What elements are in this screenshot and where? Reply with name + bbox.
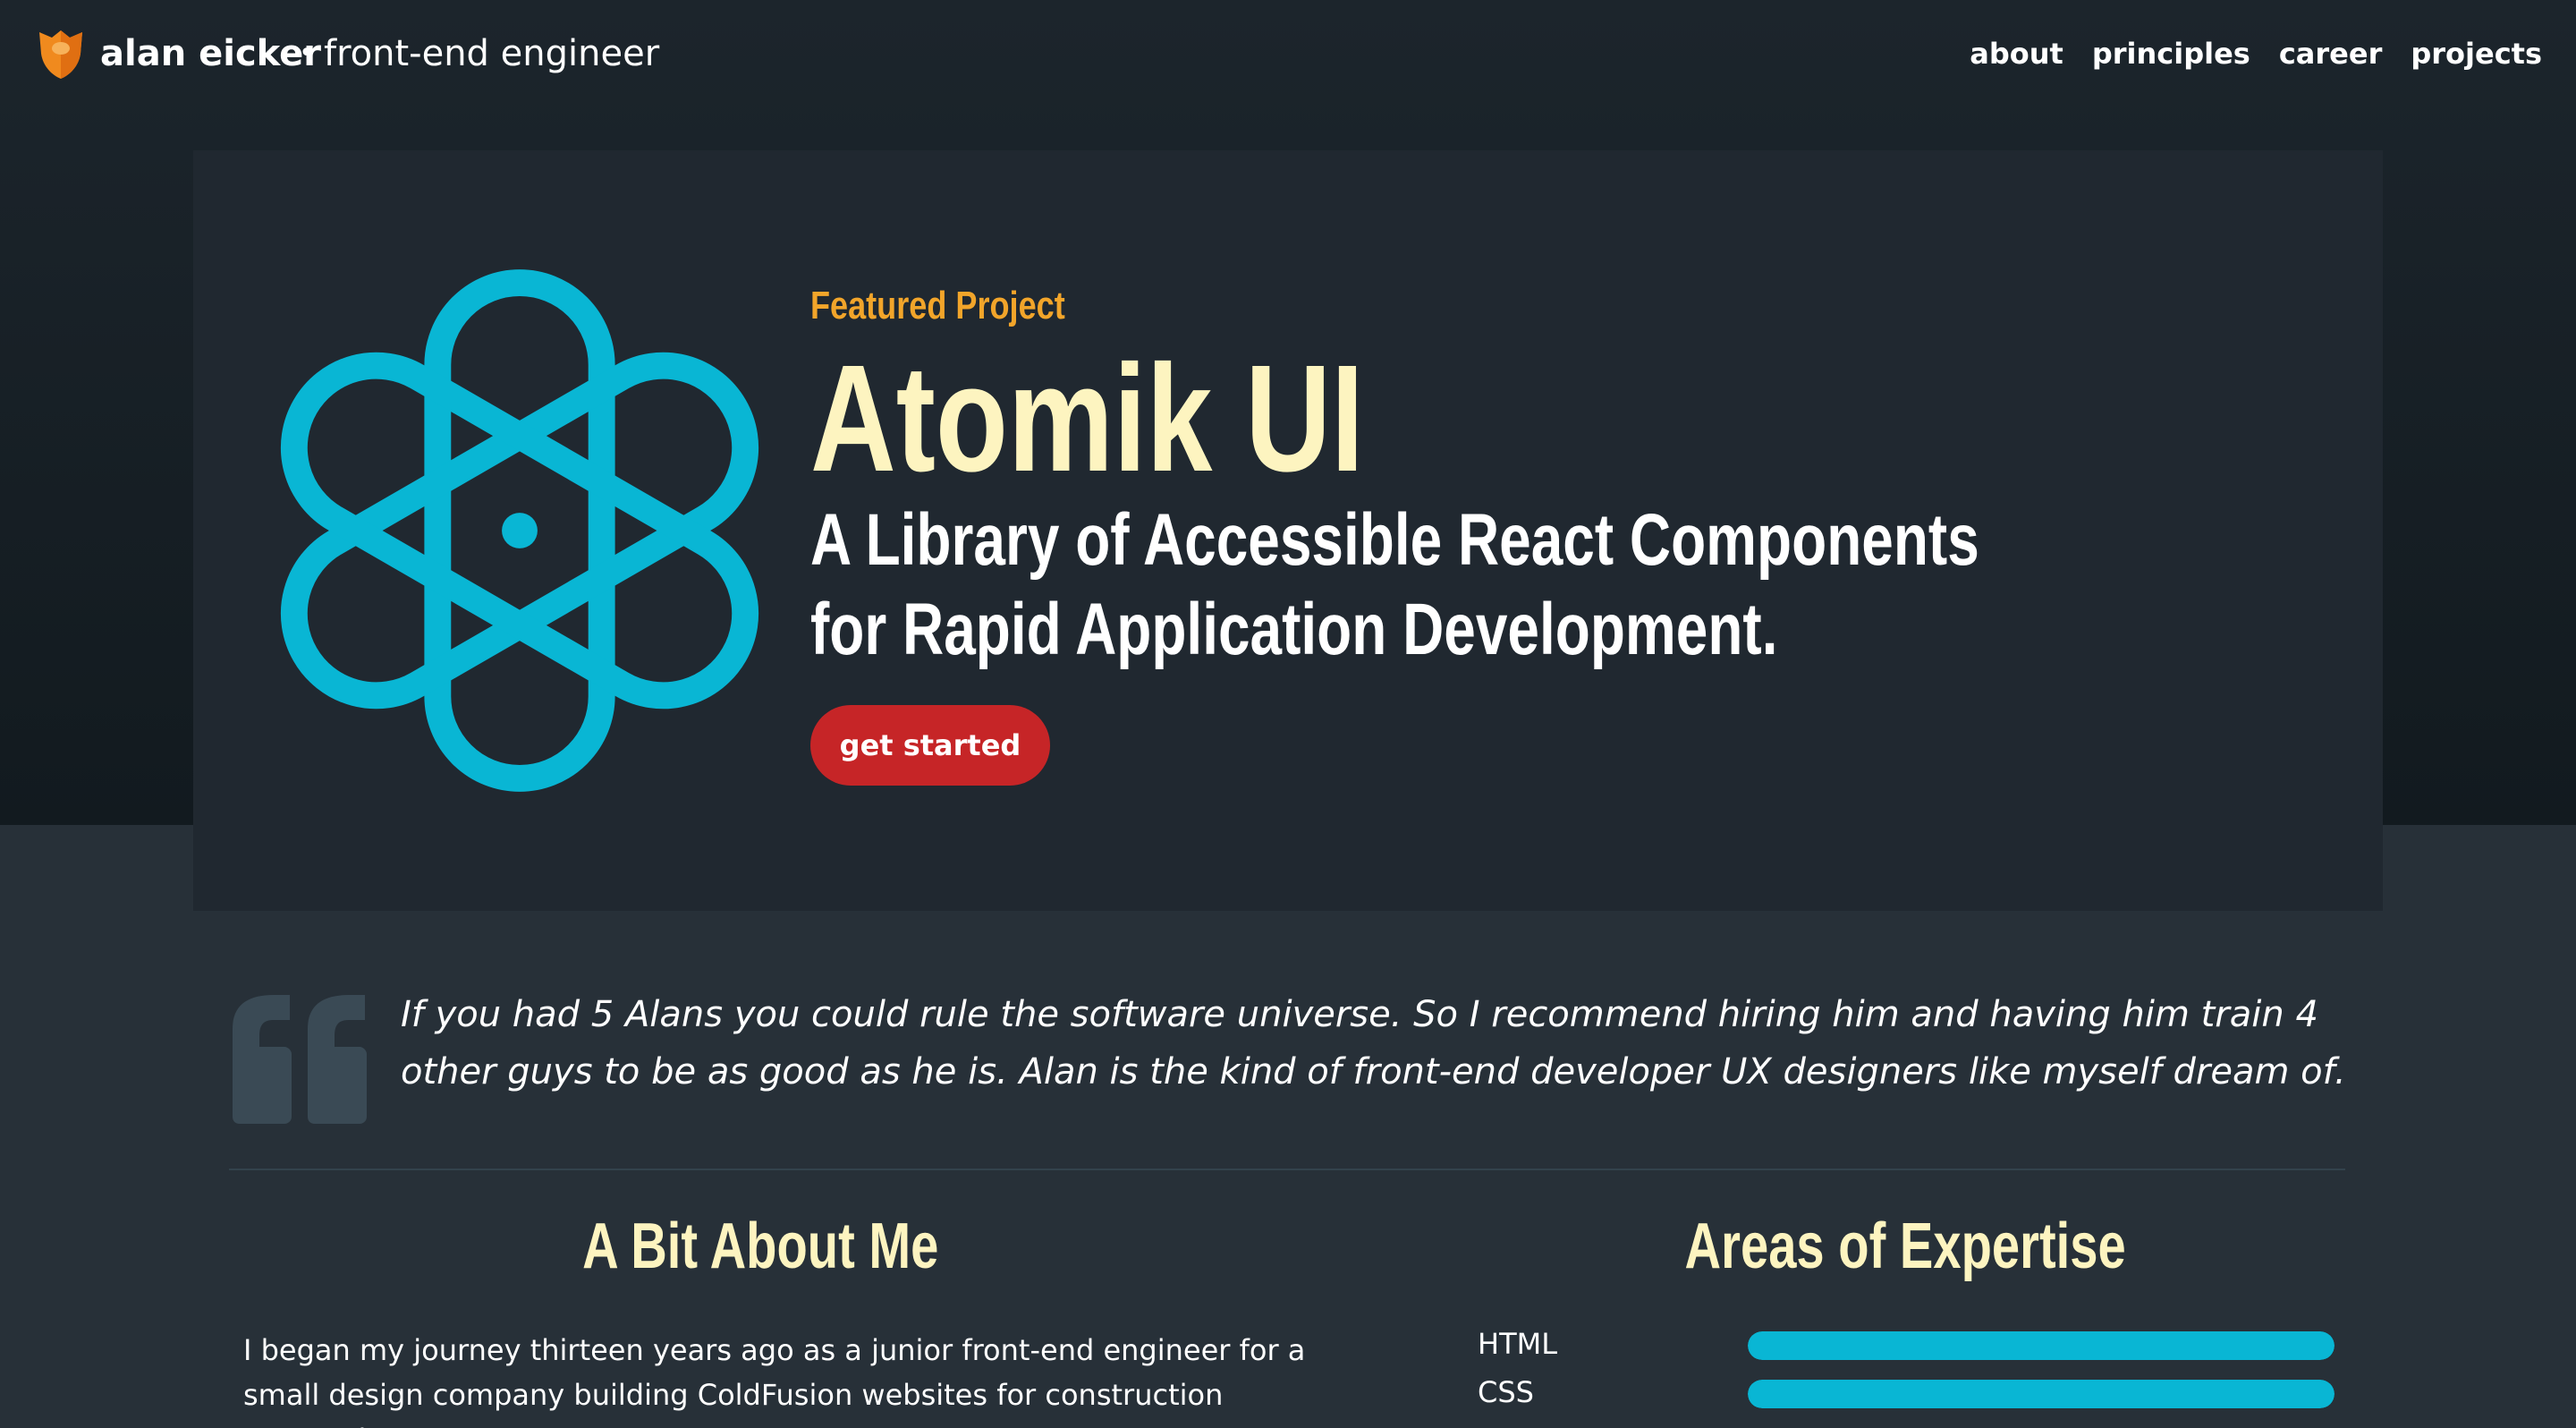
skill-row-html: HTML bbox=[1478, 1326, 2336, 1362]
nav-career[interactable]: career bbox=[2279, 34, 2383, 73]
shield-logo-icon[interactable] bbox=[36, 27, 86, 81]
skill-bar-fill bbox=[1748, 1380, 2334, 1408]
section-divider bbox=[229, 1169, 2345, 1170]
feature-subtitle: A Library of Accessible React Components… bbox=[810, 499, 1979, 670]
brand-name[interactable]: alan eicker bbox=[100, 30, 321, 77]
about-heading: A Bit About Me bbox=[233, 1208, 1288, 1285]
nav-about[interactable]: about bbox=[1970, 34, 2063, 73]
skill-row-css: CSS bbox=[1478, 1374, 2336, 1410]
atom-icon bbox=[280, 269, 759, 792]
featured-label: Featured Project bbox=[810, 284, 1065, 327]
skill-bar-fill bbox=[1748, 1331, 2334, 1360]
brand-separator: • bbox=[299, 38, 315, 69]
feature-title: Atomik UI bbox=[810, 334, 1364, 504]
about-heading-text: A Bit About Me bbox=[581, 1211, 939, 1282]
about-text: I began my journey thirteen years ago as… bbox=[243, 1333, 1306, 1428]
get-started-button[interactable]: get started bbox=[810, 705, 1050, 786]
brand-tagline: front-end engineer bbox=[324, 33, 660, 74]
skill-label: HTML bbox=[1478, 1327, 1558, 1361]
expertise-heading: Areas of Expertise bbox=[1476, 1208, 2334, 1285]
skill-bar bbox=[1748, 1380, 2334, 1408]
skill-bar bbox=[1748, 1331, 2334, 1360]
main-nav: about principles career projects bbox=[1970, 34, 2542, 73]
nav-principles[interactable]: principles bbox=[2092, 34, 2250, 73]
skill-label: CSS bbox=[1478, 1375, 1534, 1409]
site-header: alan eicker • front-end engineer about p… bbox=[0, 0, 2576, 107]
testimonial-quote: If you had 5 Alans you could rule the so… bbox=[401, 994, 2346, 1092]
expertise-heading-text: Areas of Expertise bbox=[1684, 1211, 2126, 1282]
quote-icon bbox=[233, 995, 367, 1124]
nav-projects[interactable]: projects bbox=[2411, 34, 2542, 73]
page: alan eicker • front-end engineer about p… bbox=[0, 0, 2576, 1428]
